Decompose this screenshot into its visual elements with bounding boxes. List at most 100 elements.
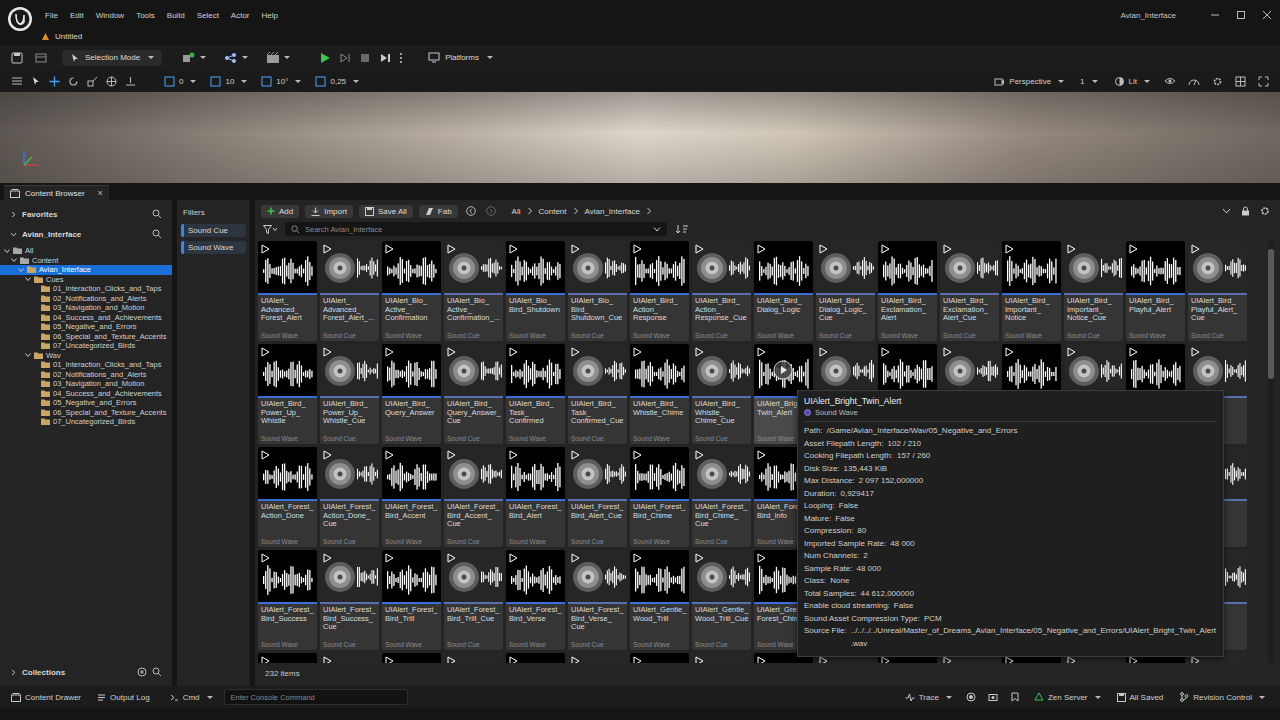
- asset-tile[interactable]: UIAlert_Forest_Bird_SuccessSound Wave: [258, 550, 317, 650]
- folder-tree-item[interactable]: 03_Navigation_and_Motion: [0, 379, 172, 389]
- asset-tile[interactable]: UIAlert_Bio_Bird_Shutdown_CueSound Cue: [568, 241, 627, 341]
- asset-tile[interactable]: UIAlert_Bio_Bird_ShutdownSound Wave: [506, 241, 565, 341]
- back-icon[interactable]: [464, 206, 478, 216]
- asset-tile[interactable]: UIAlert_Bird_Power_Up_WhistleSound Wave: [258, 344, 317, 444]
- forward-icon[interactable]: [484, 206, 498, 216]
- expanded-chevron-icon[interactable]: [4, 248, 10, 254]
- browse-icon[interactable]: [32, 50, 50, 66]
- maximize-viewport-icon[interactable]: [1255, 74, 1272, 89]
- asset-tile[interactable]: UIAlert_Bird_Dialog_LogicSound Wave: [754, 241, 813, 341]
- asset-tile[interactable]: UIAlert_Forest_Bird_AccentSound Wave: [382, 447, 441, 547]
- expanded-chevron-icon[interactable]: [11, 257, 17, 263]
- asset-tile[interactable]: UIAlert_Bio_Active_ConfirmationSound Wav…: [382, 241, 441, 341]
- folder-tree-item[interactable]: Wav: [0, 351, 172, 361]
- menu-item[interactable]: Tools: [130, 9, 161, 22]
- asset-tile[interactable]: UIAlert_Bird_Task_ConfirmedSound Wave: [506, 344, 565, 444]
- revision-control-dropdown[interactable]: Revision Control: [1174, 690, 1270, 704]
- asset-tile[interactable]: UIAlert_Bird_Power_Up_Whistle_CueSound C…: [320, 344, 379, 444]
- asset-tile[interactable]: UIAlert_Bird_Task_Confirmed_CueSound Cue: [568, 344, 627, 444]
- save-all-button[interactable]: Save All: [359, 205, 413, 218]
- folder-tree-item[interactable]: 02_Notifications_and_Alerts: [0, 370, 172, 380]
- folder-tree-item[interactable]: 04_Success_and_Achievements: [0, 389, 172, 399]
- asset-tile[interactable]: [506, 653, 565, 663]
- menu-item[interactable]: Window: [90, 9, 130, 22]
- asset-tile[interactable]: UIAlert_Gentle_Wood_TrillSound Wave: [630, 550, 689, 650]
- folder-tree-item[interactable]: Avian_Interface: [0, 265, 172, 275]
- settings-icon[interactable]: [1209, 74, 1226, 89]
- fab-button[interactable]: Fab: [419, 205, 458, 218]
- folder-tree-item[interactable]: 04_Success_and_Achievements: [0, 313, 172, 323]
- filter-chip[interactable]: Sound Wave: [181, 241, 246, 254]
- output-log-button[interactable]: Output Log: [92, 691, 155, 704]
- folder-tree-item[interactable]: 01_Interaction_Clicks_and_Taps: [0, 360, 172, 370]
- scale-icon[interactable]: [84, 74, 101, 89]
- source-header[interactable]: Avian_Interface: [0, 224, 172, 244]
- save-status-button[interactable]: All Saved: [1112, 691, 1169, 704]
- play-preview-icon[interactable]: [773, 360, 793, 380]
- asset-tile[interactable]: UIAlert_Bird_Dialog_Logic_CueSound Cue: [816, 241, 875, 341]
- folder-tree-item[interactable]: 05_Negative_and_Errors: [0, 398, 172, 408]
- asset-search-field[interactable]: Search Avian_Interface: [285, 222, 667, 236]
- expanded-chevron-icon[interactable]: [25, 352, 31, 358]
- asset-tile[interactable]: [444, 653, 503, 663]
- asset-tile[interactable]: UIAlert_Forest_Action_Done_CueSound Cue: [320, 447, 379, 547]
- content-browser-tab[interactable]: Content Browser×: [4, 185, 109, 200]
- dropdown-icon[interactable]: [653, 227, 661, 232]
- console-input[interactable]: Enter Console Command: [224, 689, 408, 705]
- asset-tile[interactable]: UIAlert_Forest_Bird_VerseSound Wave: [506, 550, 565, 650]
- asset-tile[interactable]: UIAlert_Bird_Query_AnswerSound Wave: [382, 344, 441, 444]
- snap-setting[interactable]: 10: [207, 74, 250, 89]
- import-button[interactable]: Import: [305, 205, 353, 218]
- selection-mode-dropdown[interactable]: Selection Mode: [62, 50, 162, 66]
- asset-tile[interactable]: UIAlert_Bird_Whistle_Chime_CueSound Cue: [692, 344, 751, 444]
- collections-header[interactable]: Collections: [0, 662, 172, 686]
- play-icon[interactable]: [316, 50, 334, 66]
- camera-speed-dropdown[interactable]: 1: [1075, 75, 1102, 88]
- folder-tree-item[interactable]: Content: [0, 256, 172, 266]
- asset-tile[interactable]: UIAlert_Forest_Bird_Trill_CueSound Cue: [444, 550, 503, 650]
- performance-icon[interactable]: [1185, 74, 1203, 88]
- asset-tile[interactable]: UIAlert_Forest_Action_DoneSound Wave: [258, 447, 317, 547]
- asset-tile[interactable]: UIAlert_Forest_Bird_Alert_CueSound Cue: [568, 447, 627, 547]
- snap-setting[interactable]: 0: [161, 74, 199, 89]
- menu-icon[interactable]: [8, 74, 26, 88]
- asset-tile[interactable]: [568, 653, 627, 663]
- blueprint-icon[interactable]: [218, 50, 254, 66]
- asset-tile[interactable]: UIAlert_Forest_Bird_Verse_CueSound Cue: [568, 550, 627, 650]
- asset-tile[interactable]: [320, 653, 379, 663]
- rotate-icon[interactable]: [65, 74, 82, 89]
- filter-icon[interactable]: [261, 225, 279, 234]
- content-drawer-button[interactable]: Content Drawer: [6, 691, 86, 704]
- translate-icon[interactable]: [46, 74, 63, 89]
- asset-tile[interactable]: UIAlert_Bird_Query_Answer_CueSound Cue: [444, 344, 503, 444]
- sort-icon[interactable]: [673, 224, 691, 234]
- snap-setting[interactable]: 10°: [258, 74, 304, 89]
- asset-tile[interactable]: UIAlert_Forest_Bird_AlertSound Wave: [506, 447, 565, 547]
- asset-tile[interactable]: UIAlert_Advanced_Forest_AlertSound Wave: [258, 241, 317, 341]
- expanded-chevron-icon[interactable]: [25, 276, 31, 282]
- menu-item[interactable]: Edit: [64, 9, 90, 22]
- folder-tree-item[interactable]: 03_Navigation_and_Motion: [0, 303, 172, 313]
- add-actor-icon[interactable]: [176, 50, 212, 66]
- select-icon[interactable]: [28, 74, 44, 88]
- add-button[interactable]: Add: [261, 205, 299, 218]
- asset-tile[interactable]: [630, 653, 689, 663]
- snapshot-icon[interactable]: [985, 692, 1001, 702]
- zen-server-dropdown[interactable]: Zen Server: [1029, 690, 1106, 704]
- menu-item[interactable]: Build: [161, 9, 191, 22]
- asset-tile[interactable]: UIAlert_Bio_Active_Confirmation_...Sound…: [444, 241, 503, 341]
- search-icon[interactable]: [152, 209, 162, 219]
- save-icon[interactable]: [8, 50, 26, 66]
- asset-tile[interactable]: UIAlert_Bird_Playful_Alert_CueSound Cue: [1188, 241, 1247, 341]
- asset-tile[interactable]: UIAlert_Forest_Bird_Chime_CueSound Cue: [692, 447, 751, 547]
- folder-tree-item[interactable]: 05_Negative_and_Errors: [0, 322, 172, 332]
- asset-tile[interactable]: UIAlert_Forest_Bird_TrillSound Wave: [382, 550, 441, 650]
- history-dropdown-icon[interactable]: [1220, 208, 1233, 214]
- minimize-icon[interactable]: [1202, 6, 1228, 24]
- asset-tile[interactable]: UIAlert_Bird_Important_Notice_CueSound C…: [1064, 241, 1123, 341]
- settings-icon[interactable]: [1258, 206, 1272, 216]
- filter-chip[interactable]: Sound Cue: [181, 224, 246, 237]
- record-icon[interactable]: [963, 692, 979, 702]
- expanded-chevron-icon[interactable]: [18, 267, 24, 273]
- folder-tree-item[interactable]: 01_Interaction_Clicks_and_Taps: [0, 284, 172, 294]
